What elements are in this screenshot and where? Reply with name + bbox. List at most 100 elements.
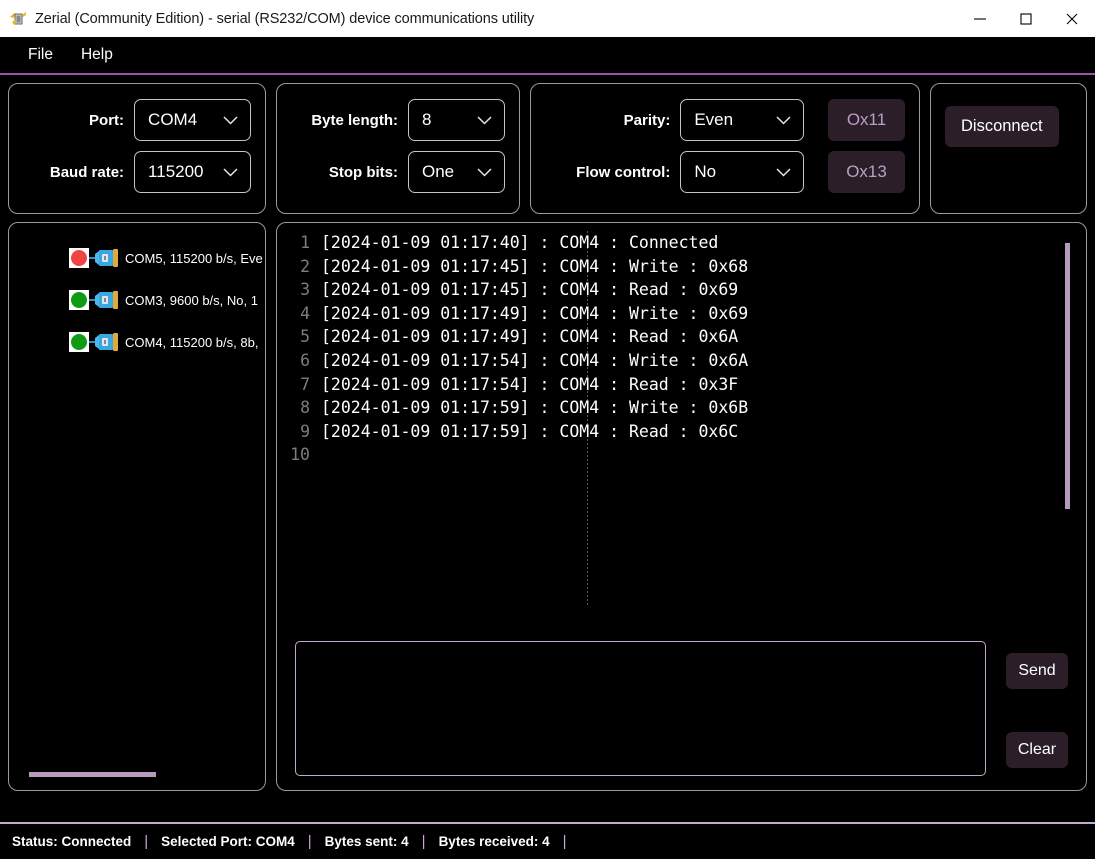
byte-length-field-row: Byte length: 8 (291, 94, 505, 146)
parity-label: Parity: (623, 111, 671, 129)
title-bar: Zerial (Community Edition) - serial (RS2… (0, 0, 1095, 37)
menu-bar: File Help (0, 37, 1095, 75)
send-buttons: Send Clear (1006, 641, 1068, 776)
bytes-received-text: Bytes received: 4 (438, 834, 550, 849)
disconnect-button[interactable]: Disconnect (945, 106, 1059, 147)
flow-control-field-row: Flow control: No Ox13 (545, 146, 905, 198)
port-field-row: Port: COM4 (23, 94, 251, 146)
menu-item-help[interactable]: Help (67, 42, 127, 68)
serial-device-icon (69, 247, 119, 269)
list-item[interactable]: COM4, 115200 b/s, 8b, (9, 321, 265, 363)
xon-hex-button[interactable]: Ox11 (828, 99, 905, 141)
line-number: 10 (290, 445, 310, 465)
log-line: 9 [2024-01-09 01:17:59] : COM4 : Read : … (277, 420, 1086, 444)
log-line: 10 (277, 443, 1086, 467)
baud-rate-dropdown-value: 115200 (148, 162, 204, 181)
baud-field-row: Baud rate: 115200 (23, 146, 251, 198)
line-number: 3 (300, 280, 310, 300)
log-line-text: [2024-01-09 01:17:49] : COM4 : Read : 0x… (321, 327, 739, 347)
list-item-label: COM4, 115200 b/s, 8b, (125, 334, 259, 350)
stop-bits-label: Stop bits: (328, 163, 398, 181)
log-line-text: [2024-01-09 01:17:45] : COM4 : Write : 0… (321, 256, 749, 276)
port-settings-panel: Port: COM4 Baud rate: 115200 (8, 83, 266, 214)
xoff-hex-button[interactable]: Ox13 (828, 151, 905, 193)
chevron-down-icon (776, 115, 791, 125)
port-dropdown-value: COM4 (148, 110, 198, 129)
stop-bits-dropdown[interactable]: One (408, 151, 505, 193)
scrollbar-thumb[interactable] (29, 772, 157, 777)
clear-button[interactable]: Clear (1006, 732, 1068, 768)
log-line: 1 [2024-01-09 01:17:40] : COM4 : Connect… (277, 231, 1086, 255)
bytes-sent-text: Bytes sent: 4 (324, 834, 409, 849)
status-separator: | (421, 833, 426, 850)
baud-rate-dropdown[interactable]: 115200 (134, 151, 251, 193)
log-line-text: [2024-01-09 01:17:59] : COM4 : Write : 0… (321, 398, 749, 418)
byte-settings-panel: Byte length: 8 Stop bits: One (276, 83, 520, 214)
byte-length-dropdown[interactable]: 8 (408, 99, 505, 141)
log-line-text: [2024-01-09 01:17:40] : COM4 : Connected (321, 233, 719, 252)
send-input[interactable] (295, 641, 986, 776)
line-number: 1 (300, 233, 310, 252)
device-list-panel: COM5, 115200 b/s, Eve COM3, 9600 b/s, No… (8, 222, 266, 791)
log-line: 2 [2024-01-09 01:17:45] : COM4 : Write :… (277, 255, 1086, 279)
log-lines: 1 [2024-01-09 01:17:40] : COM4 : Connect… (277, 231, 1086, 467)
line-number: 7 (300, 374, 310, 394)
status-separator: | (562, 833, 567, 850)
send-row: Send Clear (295, 641, 1068, 776)
line-number: 2 (300, 256, 310, 276)
log-line-text: [2024-01-09 01:17:59] : COM4 : Read : 0x… (321, 421, 739, 441)
chevron-down-icon (477, 167, 492, 177)
flow-control-label: Flow control: (576, 163, 671, 181)
close-button[interactable] (1049, 0, 1095, 37)
log-panel: 1 [2024-01-09 01:17:40] : COM4 : Connect… (276, 222, 1087, 791)
window-controls (957, 0, 1095, 37)
line-number: 9 (300, 421, 310, 441)
log-line-text: [2024-01-09 01:17:45] : COM4 : Read : 0x… (321, 280, 739, 300)
log-line: 5 [2024-01-09 01:17:49] : COM4 : Read : … (277, 325, 1086, 349)
stop-bits-dropdown-value: One (422, 162, 455, 181)
port-label: Port: (89, 111, 125, 129)
line-number: 4 (300, 303, 310, 323)
parity-dropdown[interactable]: Even (680, 99, 805, 141)
connection-panel: Disconnect (930, 83, 1087, 214)
port-dropdown[interactable]: COM4 (134, 99, 251, 141)
parity-field-row: Parity: Even Ox11 (545, 94, 905, 146)
device-list-horizontal-scrollbar[interactable] (29, 772, 245, 777)
log-line: 3 [2024-01-09 01:17:45] : COM4 : Read : … (277, 278, 1086, 302)
log-vertical-scrollbar[interactable] (1065, 243, 1070, 613)
scrollbar-thumb[interactable] (1065, 243, 1070, 510)
menu-item-file[interactable]: File (14, 42, 67, 68)
maximize-button[interactable] (1003, 0, 1049, 37)
flow-control-dropdown[interactable]: No (680, 151, 805, 193)
list-item-label: COM5, 115200 b/s, Eve (125, 250, 263, 266)
status-text: Status: Connected (12, 834, 132, 849)
byte-length-label: Byte length: (311, 111, 398, 129)
list-item[interactable]: COM3, 9600 b/s, No, 1 (9, 279, 265, 321)
line-number: 6 (300, 350, 310, 370)
serial-device-icon (69, 289, 119, 311)
line-number: 8 (300, 398, 310, 418)
selected-port-text: Selected Port: COM4 (161, 834, 295, 849)
parity-settings-panel: Parity: Even Ox11 Flow control: No Ox13 (530, 83, 920, 214)
main-row: COM5, 115200 b/s, Eve COM3, 9600 b/s, No… (0, 214, 1095, 791)
status-bar: Status: Connected | Selected Port: COM4 … (0, 822, 1095, 859)
log-line: 7 [2024-01-09 01:17:54] : COM4 : Read : … (277, 373, 1086, 397)
log-output[interactable]: 1 [2024-01-09 01:17:40] : COM4 : Connect… (277, 231, 1086, 621)
serial-device-icon (69, 331, 119, 353)
log-line-text: [2024-01-09 01:17:49] : COM4 : Write : 0… (321, 303, 749, 323)
send-button[interactable]: Send (1006, 653, 1068, 689)
minimize-button[interactable] (957, 0, 1003, 37)
app-icon (9, 10, 27, 28)
flow-control-dropdown-value: No (694, 162, 717, 181)
settings-row: Port: COM4 Baud rate: 115200 Byte length… (0, 75, 1095, 214)
list-item-label: COM3, 9600 b/s, No, 1 (125, 292, 258, 308)
parity-dropdown-value: Even (694, 110, 734, 129)
chevron-down-icon (477, 115, 492, 125)
chevron-down-icon (776, 167, 791, 177)
baud-rate-label: Baud rate: (49, 163, 125, 181)
status-separator: | (144, 833, 149, 850)
chevron-down-icon (223, 167, 238, 177)
status-separator: | (307, 833, 312, 850)
stop-bits-field-row: Stop bits: One (291, 146, 505, 198)
list-item[interactable]: COM5, 115200 b/s, Eve (9, 237, 265, 279)
